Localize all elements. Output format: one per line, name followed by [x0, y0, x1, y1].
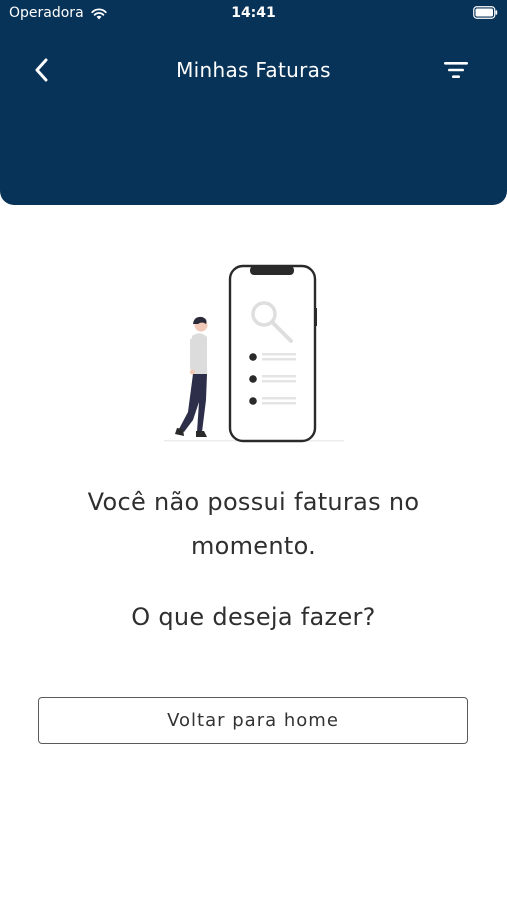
phone-illustration [228, 264, 317, 443]
battery-icon [473, 6, 498, 19]
person-illustration [175, 316, 208, 437]
back-to-home-button[interactable]: Voltar para home [38, 697, 468, 744]
filter-button[interactable] [441, 56, 471, 84]
empty-state-illustration [164, 264, 344, 443]
app-header: Operadora 14:41 Minhas Faturas [0, 0, 507, 205]
page-title: Minhas Faturas [176, 58, 331, 82]
status-bar: Operadora 14:41 [0, 0, 507, 28]
nav-bar: Minhas Faturas [0, 48, 507, 92]
empty-state-question: O que deseja fazer? [131, 603, 376, 631]
filter-lines-icon [444, 62, 468, 78]
empty-state-message: Você não possui faturas no momento. [87, 488, 420, 560]
status-time: 14:41 [231, 5, 276, 21]
